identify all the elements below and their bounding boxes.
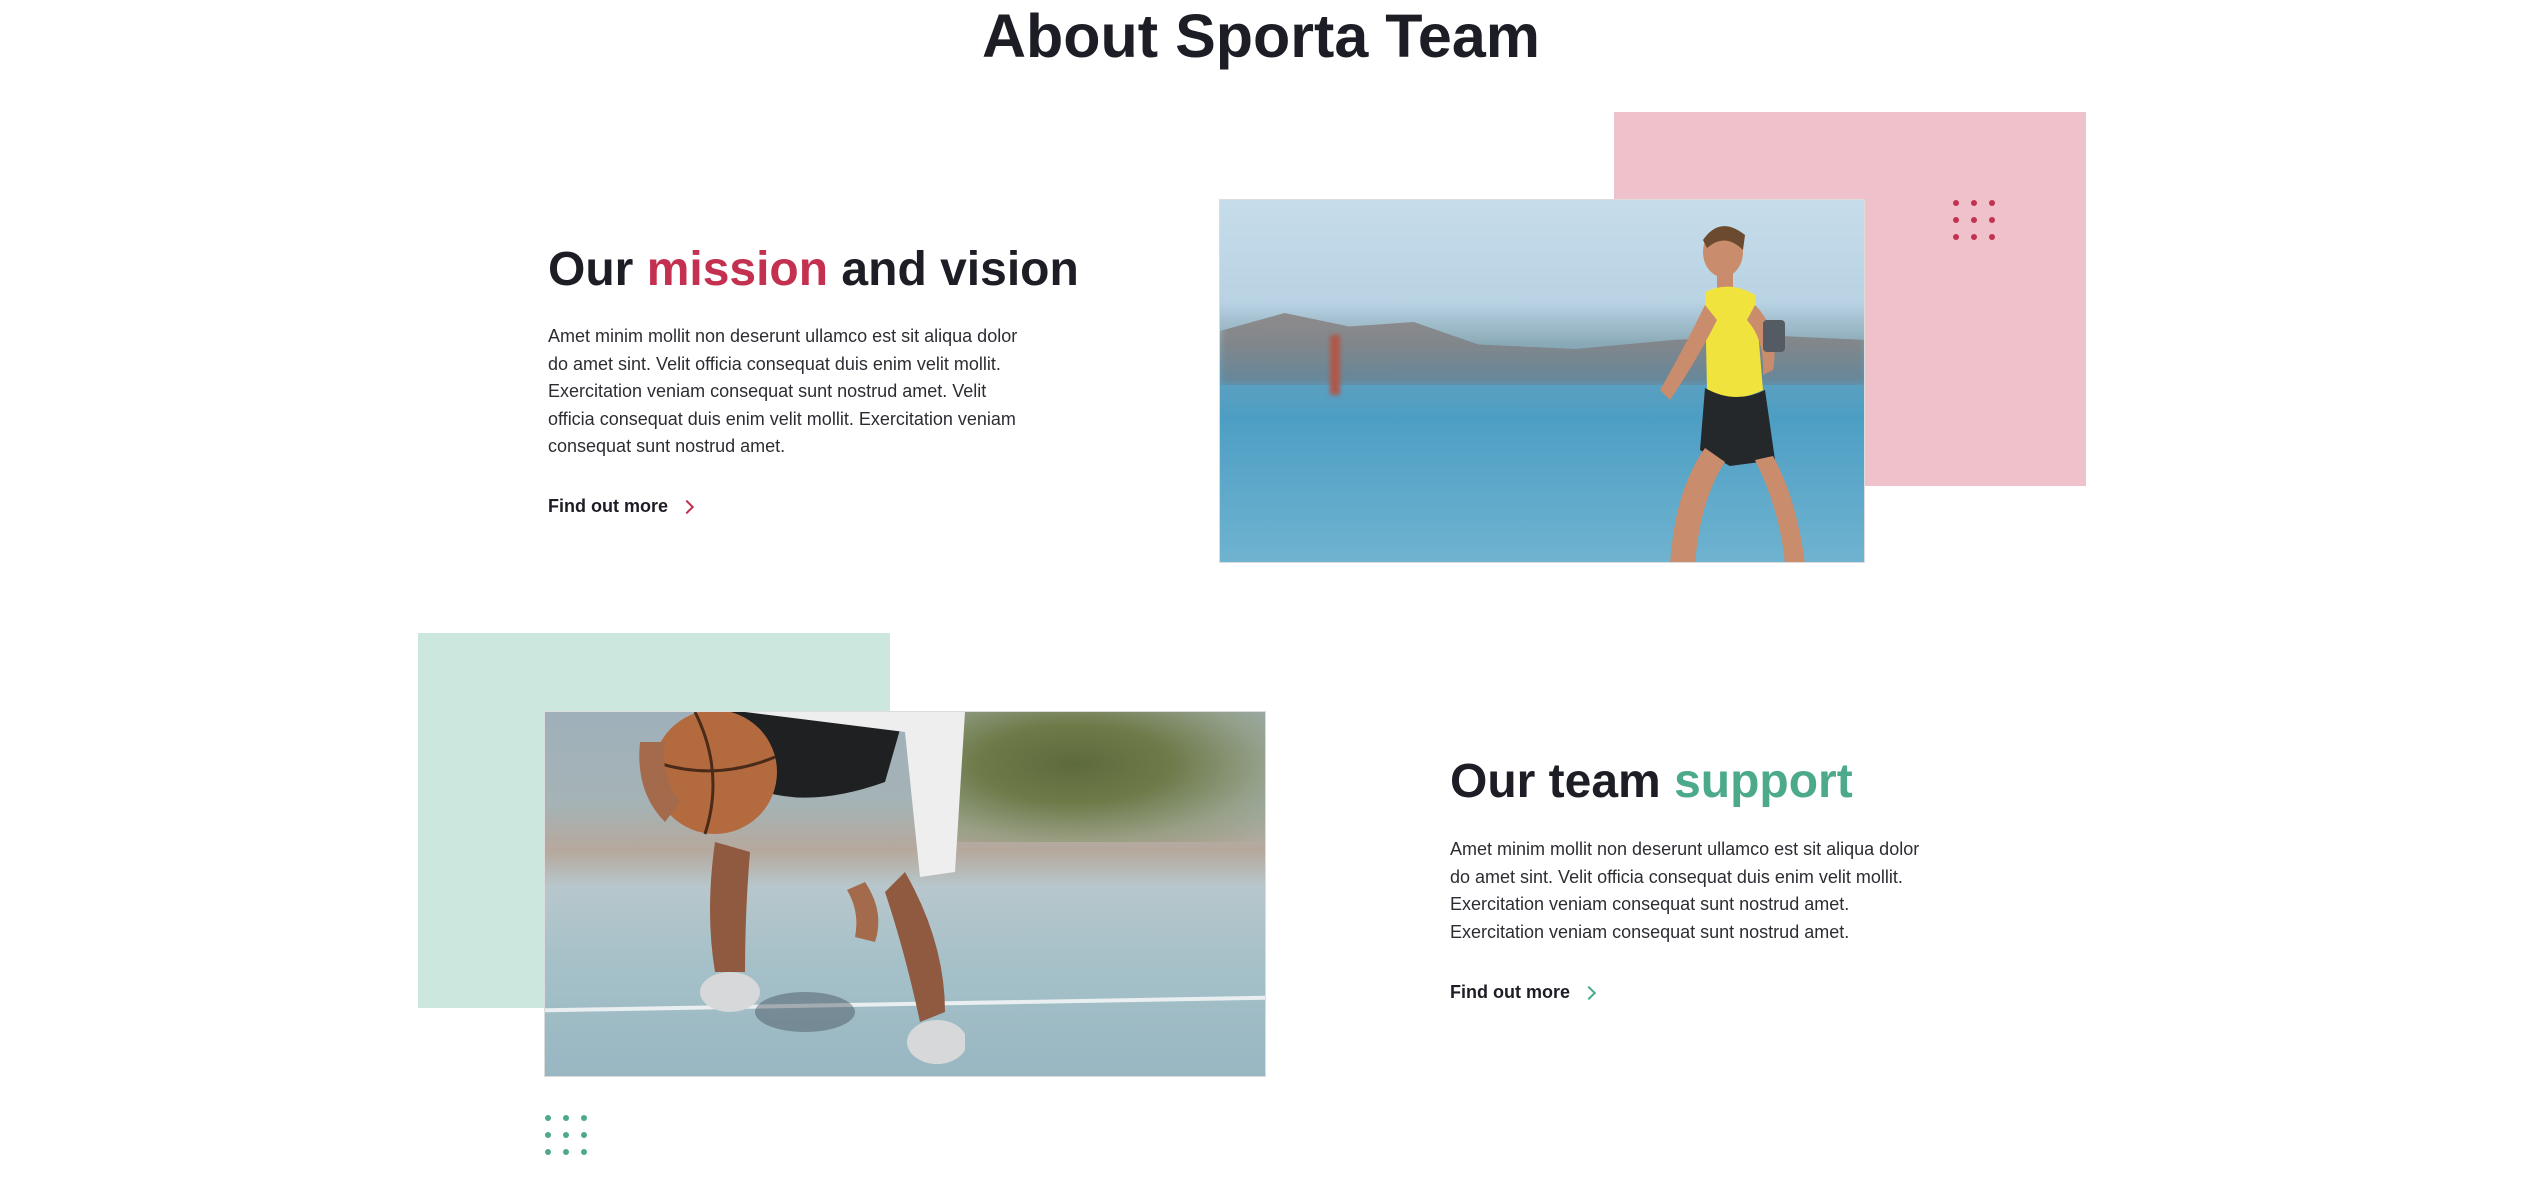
team-heading: Our team support — [1450, 752, 1853, 812]
mission-find-out-more-link[interactable]: Find out more — [548, 496, 695, 517]
mission-heading-accent: mission — [646, 243, 829, 296]
page-title: About Sporta Team — [981, 2, 1541, 70]
team-link-label: Find out more — [1450, 982, 1570, 1002]
dot-grid-icon — [545, 1115, 587, 1155]
team-description: Amet minim mollit non deserunt ullamco e… — [1450, 839, 1920, 942]
dot-grid-icon — [1953, 200, 1995, 240]
team-heading-start: Our team — [1450, 755, 1661, 808]
basketball-player-illustration — [639, 712, 965, 1064]
basketball-photo — [544, 711, 1266, 1077]
mission-description: Amet minim mollit non deserunt ullamco e… — [548, 326, 1018, 456]
chevron-right-icon — [679, 499, 695, 515]
team-heading-accent: support — [1674, 755, 1853, 808]
mission-heading-end: and vision — [841, 243, 1079, 296]
chevron-right-icon — [1581, 985, 1597, 1001]
mission-heading: Our mission and vision — [548, 240, 1079, 300]
mission-heading-start: Our — [548, 243, 634, 296]
mission-link-label: Find out more — [548, 496, 668, 516]
about-section: About Sporta Team Our mission and vision… — [0, 0, 2522, 1182]
runner-photo — [1219, 199, 1865, 563]
runner-figure-illustration — [1660, 226, 1805, 562]
team-find-out-more-link[interactable]: Find out more — [1450, 982, 1597, 1003]
